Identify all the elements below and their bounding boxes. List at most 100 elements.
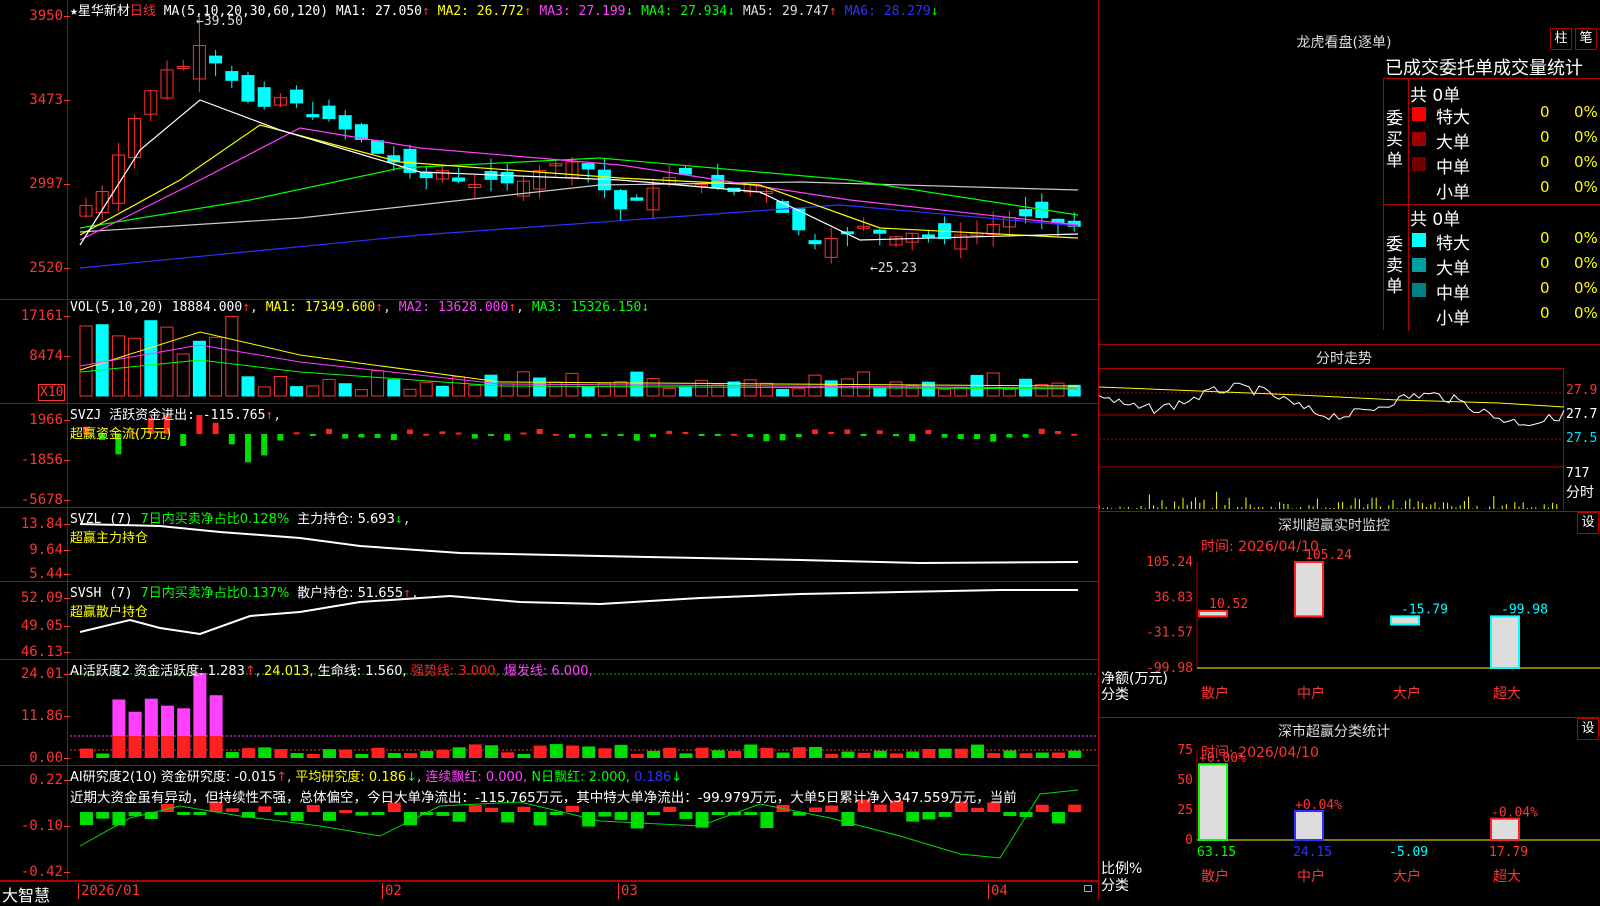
research-bar — [744, 812, 758, 815]
flow-bar — [876, 430, 883, 434]
bar-change-label: +0.00% — [1199, 751, 1246, 766]
ma-line — [79, 124, 1079, 239]
stat-bar — [1198, 763, 1228, 841]
vol-bar — [144, 320, 158, 397]
candle — [630, 197, 644, 201]
vol-bar — [160, 326, 174, 397]
svsh-pane[interactable]: 52.09 49.05 46.13 SVSH (7) 7日内买卖净占比0.137… — [0, 582, 1098, 660]
category-label: 散户 — [1201, 685, 1229, 702]
fenshi-button[interactable]: 分时 — [1566, 482, 1594, 502]
research-bar — [598, 812, 612, 817]
vol-bar — [338, 383, 352, 397]
sz-stat-panel[interactable]: 深市超赢分类统计 设 时间: 2026/04/10 75 50 25 0 +0.00% 6… — [1099, 718, 1600, 900]
research-bar — [533, 812, 547, 826]
bar-value-label: 105.24 — [1305, 548, 1352, 563]
vol-bar — [938, 388, 952, 397]
fenshi-price: 27.9 — [1566, 383, 1598, 398]
research-bar — [177, 812, 191, 815]
research-bar — [468, 805, 482, 812]
activity-bar — [744, 744, 758, 758]
activity-bar-base — [144, 736, 158, 758]
activity-bar — [371, 747, 385, 758]
candle — [338, 115, 352, 130]
activity-bar-base — [193, 736, 207, 758]
activity-bar — [242, 748, 255, 758]
vol-bar — [759, 382, 773, 397]
ai-active-pane[interactable]: 24.01 11.86 0.00 AI活跃度2 资金活跃度: 1.283↑, 2… — [0, 660, 1098, 766]
pen-mode-button[interactable]: 笔 — [1575, 28, 1597, 50]
activity-bar — [711, 750, 725, 758]
y-tick: 36.83 — [1154, 590, 1193, 605]
activity-bar — [906, 751, 920, 758]
vol-bar — [435, 385, 449, 397]
activity-bar — [290, 753, 304, 758]
ma-value: MA5: 29.747↑ — [735, 4, 837, 19]
research-bar — [711, 812, 725, 815]
activity-bar — [80, 748, 93, 758]
activity-bar — [258, 747, 272, 758]
svzl-header: SVZL (7) 7日内买卖净占比0.128% 主力持仓: 5.693↓, 超赢… — [70, 512, 411, 546]
color-swatch — [1412, 283, 1426, 297]
flow-bar — [650, 434, 656, 437]
flow-bar — [714, 434, 721, 436]
star-icon: ★ — [70, 4, 78, 19]
activity-bar-base — [112, 736, 126, 758]
row-name: 中单 — [1436, 158, 1470, 178]
candlestick-chart[interactable] — [0, 0, 1098, 300]
stat-bar — [1294, 810, 1324, 841]
ai-research-pane[interactable]: 0.22 -0.10 -0.42 AI研究度2(10) 资金研究度: -0.01… — [0, 766, 1098, 881]
period-label[interactable]: 日线 — [130, 4, 156, 19]
row-name: 特大 — [1436, 234, 1470, 254]
category-label: 中户 — [1297, 868, 1325, 885]
color-swatch — [1412, 258, 1426, 272]
vol-bar — [306, 385, 320, 397]
color-swatch — [1412, 132, 1426, 146]
row-count: 0 — [1540, 279, 1550, 297]
flow-bar — [909, 434, 916, 442]
x-tick: 2026/01 — [78, 883, 140, 899]
volume-pane[interactable]: 17161 8474 X10 VOL(5,10,20) 18884.000↑, … — [0, 300, 1098, 404]
chart-area[interactable]: 3950 3473 2997 2520 ★星华新材日线 MA(5,10,20,3… — [0, 0, 1098, 905]
fenshi-panel[interactable]: 分时走势 27.9 27.7 27.5 717 分时 — [1099, 345, 1600, 512]
activity-bar — [339, 749, 353, 758]
bar-change-label: +0.04% — [1295, 798, 1342, 813]
research-bar — [452, 812, 466, 822]
research-bar — [258, 806, 272, 812]
price-pane[interactable]: 3950 3473 2997 2520 ★星华新材日线 MA(5,10,20,3… — [0, 0, 1098, 300]
vol-bar — [419, 381, 433, 397]
bar-value-label: 17.79 — [1489, 845, 1528, 860]
bar-value-label: 10.52 — [1209, 597, 1248, 612]
activity-bar — [825, 753, 839, 758]
vol-bar — [241, 376, 255, 397]
svsh-header: SVSH (7) 7日内买卖净占比0.137% 散户持仓: 51.655↑, 超… — [70, 586, 419, 620]
row-pct: 0% — [1574, 254, 1598, 272]
candle — [371, 140, 385, 154]
activity-bar — [841, 751, 855, 758]
sz-monitor-chart: 105.24 36.83 -31.57 -99.98 10.52 散户 105.24 中户 -1… — [1146, 548, 1600, 702]
row-name: 特大 — [1436, 108, 1470, 128]
svzj-pane[interactable]: 1966 -1856 -5678 SVZJ 活跃资金进出: -115.765↑,… — [0, 404, 1098, 508]
sz-monitor-panel[interactable]: 深圳超赢实时监控 设 时间: 2026/04/10 105.24 36.83 -31… — [1099, 512, 1600, 718]
flow-bar — [601, 434, 608, 436]
high-label: ←39.50 — [196, 14, 243, 29]
flow-bar — [990, 434, 997, 442]
svzl-pane[interactable]: 13.84 9.64 5.44 SVZL (7) 7日内买卖净占比0.128% … — [0, 508, 1098, 582]
research-bar — [906, 812, 920, 822]
flow-bar — [1006, 434, 1013, 438]
x-tick: 02 — [382, 883, 402, 899]
vol-bar — [533, 377, 547, 397]
ma-values: MA1: 27.050↑ MA2: 26.772↑ MA3: 27.199↓ M… — [336, 4, 939, 19]
ma-value: MA6: 28.279↓ — [836, 4, 939, 19]
vol-bar — [371, 370, 385, 397]
bar-mode-button[interactable]: 柱 — [1550, 28, 1572, 50]
lock-icon[interactable] — [1084, 885, 1092, 892]
fenshi-price: 27.7 — [1566, 407, 1598, 422]
flow-bar — [1071, 433, 1078, 436]
longhu-row: 大单 0 0% — [1410, 254, 1600, 279]
activity-bar — [922, 749, 936, 758]
monitor-bar — [1294, 561, 1324, 618]
activity-bar — [387, 753, 401, 758]
row-count: 0 — [1540, 254, 1550, 272]
longhu-row: 特大 0 0% — [1410, 103, 1600, 128]
activity-bar — [728, 751, 741, 758]
